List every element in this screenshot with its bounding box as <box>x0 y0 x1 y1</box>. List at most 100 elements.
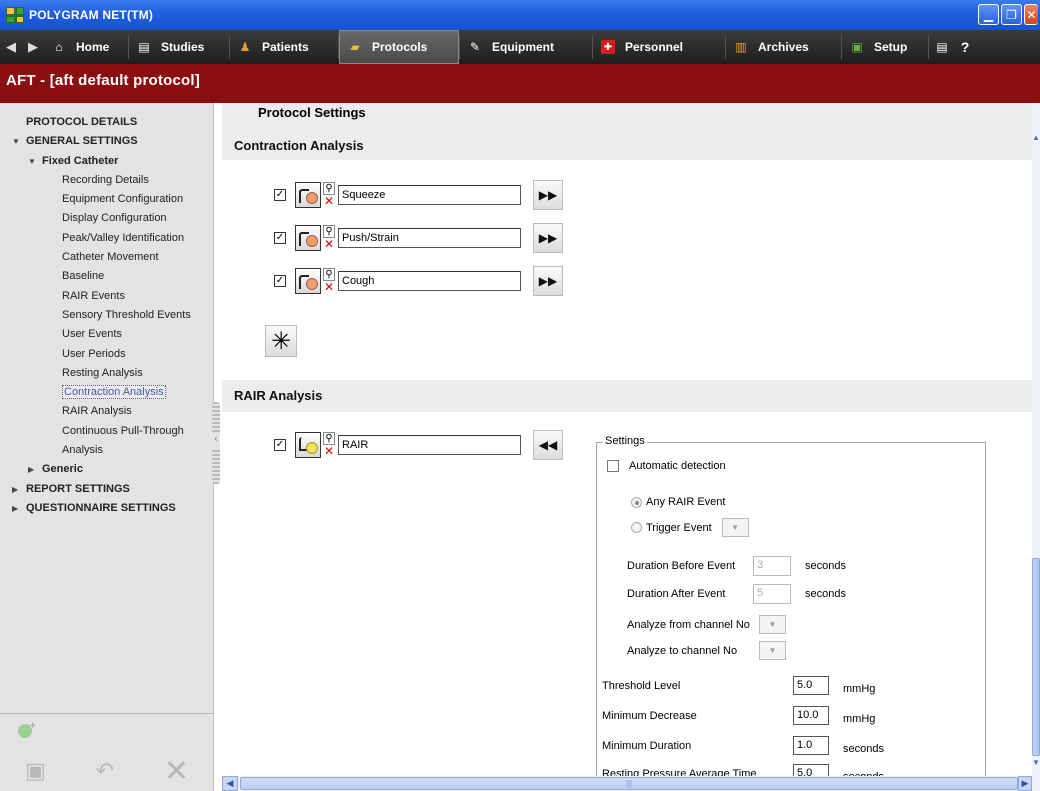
scroll-down-icon[interactable]: ▼ <box>1032 758 1040 772</box>
tree-item-general-settings[interactable]: ▼ GENERAL SETTINGS <box>0 132 213 151</box>
nav-setup[interactable]: ▣ Setup <box>842 30 928 64</box>
event-name-input[interactable] <box>338 435 521 455</box>
duration-before-label: Duration Before Event <box>627 560 736 572</box>
add-item-icon[interactable]: + <box>16 720 36 740</box>
remove-event-icon[interactable]: ✕ <box>323 195 335 208</box>
collapse-left-icon[interactable]: ‹ <box>212 434 220 450</box>
event-name-input[interactable] <box>338 271 521 291</box>
event-name-input[interactable] <box>338 228 521 248</box>
scroll-up-icon[interactable]: ▲ <box>1032 133 1040 147</box>
undo-icon[interactable]: ↶ <box>96 758 114 784</box>
nav-protocols-label: Protocols <box>372 40 428 54</box>
tree-item-contraction-analysis[interactable]: Contraction Analysis <box>0 383 213 402</box>
any-rair-event-label: Any RAIR Event <box>646 496 726 508</box>
event-checkbox[interactable]: ✓ <box>274 189 286 201</box>
delete-icon[interactable]: ✕ <box>164 754 189 789</box>
tree-item-user-events[interactable]: User Events <box>0 325 213 344</box>
nav-patients[interactable]: ♟ Patients <box>230 30 338 64</box>
any-rair-event-radio[interactable] <box>631 496 642 508</box>
nav-archives-label: Archives <box>758 40 809 54</box>
tree-item-catheter-movement[interactable]: Catheter Movement <box>0 248 213 267</box>
duration-before-input[interactable]: 3 <box>753 556 791 576</box>
tree-item-resting-analysis[interactable]: Resting Analysis <box>0 364 213 383</box>
resting-pressure-average-input[interactable]: 5.0 <box>793 764 829 776</box>
nav-setup-label: Setup <box>874 40 908 54</box>
duration-after-input[interactable]: 5 <box>753 584 791 604</box>
add-event-button[interactable]: ✳ <box>265 325 297 357</box>
event-row-push-strain: ✓ ⚲✕ ▶▶ <box>274 221 563 255</box>
collapsed-arrow-icon: ▶ <box>28 465 35 475</box>
tree-item-continuous-pull-through[interactable]: Continuous Pull-Through <box>0 422 213 441</box>
remove-event-icon[interactable]: ✕ <box>323 238 335 251</box>
restore-icon: ❐ <box>1006 7 1017 22</box>
analyze-to-dropdown[interactable]: ▼ <box>759 641 786 660</box>
double-arrow-right-icon: ▶▶ <box>538 274 558 288</box>
tree-item-recording-details[interactable]: Recording Details <box>0 171 213 190</box>
svg-text:+: + <box>29 721 36 731</box>
event-checkbox[interactable]: ✓ <box>274 275 286 287</box>
threshold-level-input[interactable]: 5.0 <box>793 676 829 695</box>
back-arrow-icon[interactable]: ◀ <box>0 39 22 55</box>
patients-icon: ♟ <box>239 40 251 54</box>
tree-item-continuous-pull-through-analysis[interactable]: Analysis <box>0 441 213 460</box>
remove-event-icon[interactable]: ✕ <box>323 281 335 294</box>
automatic-detection-checkbox[interactable] <box>607 460 619 472</box>
move-back-button[interactable]: ◀◀ <box>533 430 563 460</box>
trigger-event-dropdown[interactable]: ▼ <box>721 518 749 537</box>
tree-item-questionnaire-settings[interactable]: ▶ QUESTIONNAIRE SETTINGS <box>0 499 213 518</box>
tree-item-equipment-configuration[interactable]: Equipment Configuration <box>0 190 213 209</box>
protocol-header: AFT - [aft default protocol] <box>0 64 1040 103</box>
nav-personnel[interactable]: ✚ Personnel <box>593 30 725 64</box>
minimize-button[interactable]: ▁ <box>978 4 999 25</box>
nav-equipment[interactable]: ✎ Equipment <box>460 30 592 64</box>
forward-arrow-icon[interactable]: ▶ <box>22 39 44 55</box>
nav-studies[interactable]: ▤ Studies <box>129 30 229 64</box>
scroll-left-icon[interactable]: ◀ <box>222 776 238 791</box>
save-icon[interactable]: ▣ <box>25 758 46 784</box>
horizontal-scrollbar[interactable]: ◀ ||| ▶ <box>222 776 1032 791</box>
nav-archives[interactable]: ▥ Archives <box>726 30 841 64</box>
event-name-input[interactable] <box>338 185 521 205</box>
analyze-from-dropdown[interactable]: ▼ <box>759 615 786 634</box>
protocol-settings-title: Protocol Settings <box>222 103 1032 126</box>
event-checkbox[interactable]: ✓ <box>274 439 286 451</box>
scroll-right-icon[interactable]: ▶ <box>1018 776 1032 791</box>
vertical-scroll-thumb[interactable] <box>1032 558 1040 756</box>
remove-event-icon[interactable]: ✕ <box>323 445 335 458</box>
move-to-analysis-button[interactable]: ▶▶ <box>533 266 563 296</box>
move-to-analysis-button[interactable]: ▶▶ <box>533 223 563 253</box>
tree-item-rair-analysis[interactable]: RAIR Analysis <box>0 402 213 421</box>
minimum-duration-input[interactable]: 1.0 <box>793 736 829 755</box>
tree-item-rair-events[interactable]: RAIR Events <box>0 287 213 306</box>
tree-item-generic[interactable]: ▶ Generic <box>0 460 213 479</box>
move-to-analysis-button[interactable]: ▶▶ <box>533 180 563 210</box>
minimum-decrease-input[interactable]: 10.0 <box>793 706 829 725</box>
panel-splitter-handle[interactable]: ‹ <box>212 402 220 484</box>
trigger-event-radio[interactable] <box>631 522 642 533</box>
close-window-button[interactable]: ✕ <box>1024 4 1038 25</box>
tree-item-sensory-threshold-events[interactable]: Sensory Threshold Events <box>0 306 213 325</box>
tree-item-baseline[interactable]: Baseline <box>0 267 213 286</box>
tree-item-peak-valley-identification[interactable]: Peak/Valley Identification <box>0 229 213 248</box>
nav-home[interactable]: ⌂ Home <box>44 30 128 64</box>
tree-item-fixed-catheter[interactable]: ▼ Fixed Catheter <box>0 152 213 171</box>
dropdown-arrow-icon: ▼ <box>768 646 777 655</box>
nav-protocols[interactable]: ▰ Protocols <box>339 30 459 64</box>
threshold-level-unit: mmHg <box>843 682 876 695</box>
navigation-tree-panel: PROTOCOL DETAILS ▼ GENERAL SETTINGS ▼ Fixe… <box>0 103 214 791</box>
horizontal-scroll-thumb[interactable]: ||| <box>240 777 1018 790</box>
archives-icon: ▥ <box>735 40 747 54</box>
print-button[interactable]: ▤ <box>929 30 955 64</box>
maximize-button[interactable]: ❐ <box>1001 4 1022 25</box>
tree-item-user-periods[interactable]: User Periods <box>0 345 213 364</box>
event-row-squeeze: ✓ ⚲✕ ▶▶ <box>274 178 563 212</box>
analyze-from-label: Analyze from channel No <box>627 618 750 631</box>
tree-item-protocol-details[interactable]: PROTOCOL DETAILS <box>0 113 213 132</box>
panel-footer-buttons: ▣ ↶ ✕ <box>0 751 214 791</box>
event-checkbox[interactable]: ✓ <box>274 232 286 244</box>
tree-item-report-settings[interactable]: ▶ REPORT SETTINGS <box>0 480 213 499</box>
help-button[interactable]: ? <box>955 30 975 64</box>
tree-item-display-configuration[interactable]: Display Configuration <box>0 209 213 228</box>
minimum-decrease-unit: mmHg <box>843 712 876 725</box>
vertical-scrollbar[interactable]: ▲ ▼ <box>1032 103 1040 791</box>
